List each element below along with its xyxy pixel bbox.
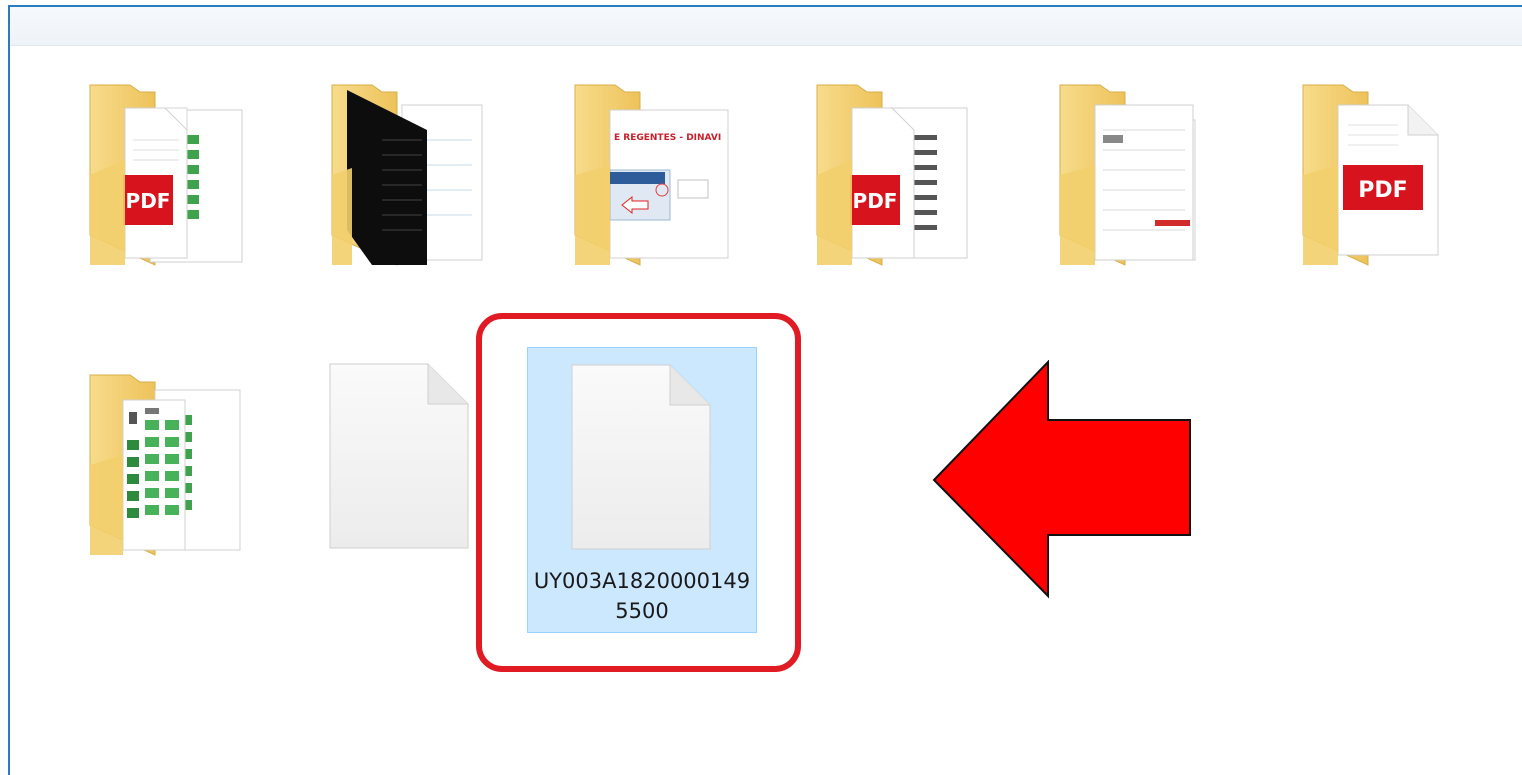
blank-file-icon [329,363,469,549]
red-arrow-annotation [932,360,1191,599]
svg-text:E REGENTES - DINAVI: E REGENTES - DINAVI [614,133,721,143]
folder-icon: PDF [89,84,243,266]
folder-icon: E REGENTES - DINAVI [574,84,729,266]
folder-item-4[interactable]: PDF [812,80,972,270]
folder-item-7[interactable] [85,370,245,560]
highlight-box-annotation [476,313,801,672]
folder-icon: PDF [816,84,968,266]
file-item-1[interactable] [328,362,470,552]
folder-icon [89,374,241,556]
folder-item-1[interactable]: PDF [85,80,245,270]
svg-text:PDF: PDF [853,189,898,213]
folder-item-6[interactable]: PDF [1298,80,1458,270]
folder-icon [1059,84,1196,266]
folder-icon [331,84,483,266]
folder-item-3[interactable]: E REGENTES - DINAVI [570,80,730,270]
folder-item-2[interactable] [327,80,487,270]
svg-text:PDF: PDF [126,189,171,213]
folder-icon: PDF [1302,84,1439,266]
folder-item-5[interactable] [1055,80,1215,270]
explorer-toolbar [10,7,1522,46]
svg-text:PDF: PDF [1358,178,1407,203]
